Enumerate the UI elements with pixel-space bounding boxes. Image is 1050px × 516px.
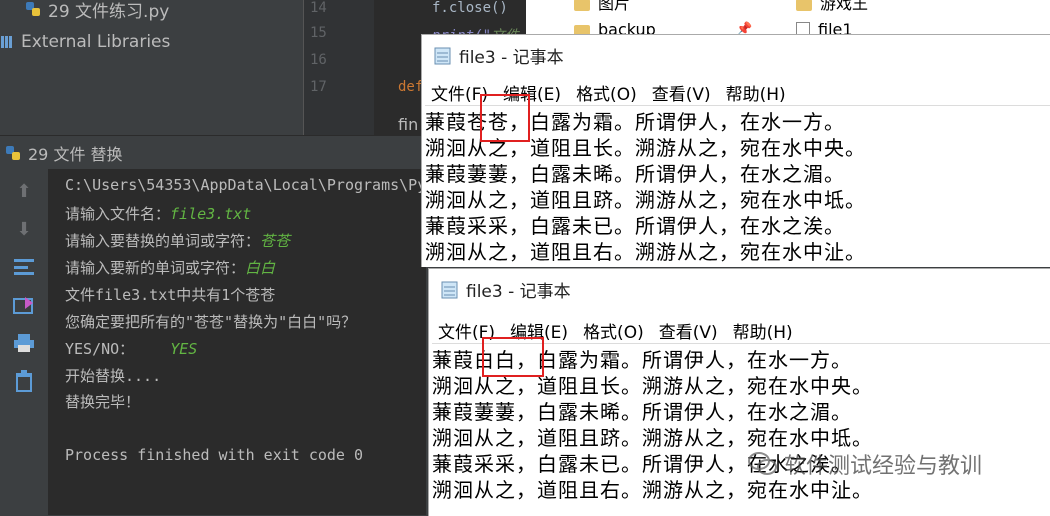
console-user-input: YES: [170, 340, 198, 358]
editor-tab-fragment[interactable]: fin: [398, 115, 418, 134]
run-config-title: 29 文件 替换: [28, 145, 123, 164]
explorer-item-label: file1: [818, 20, 853, 34]
explorer-item[interactable]: file1: [796, 20, 853, 34]
print-icon[interactable]: [12, 331, 36, 355]
folder-icon: [574, 24, 590, 34]
console-prompt: 请输入要替换的单词或字符：: [65, 232, 261, 250]
notepad-icon: [441, 281, 458, 298]
explorer-item[interactable]: backup: [574, 20, 656, 34]
console-line: 请输入要新的单词或字符：白白: [65, 257, 275, 278]
menu-help[interactable]: 帮助(H): [726, 80, 786, 105]
highlight-box: [480, 94, 530, 142]
explorer-item[interactable]: 游戏王: [796, 0, 868, 14]
console-line: 请输入要替换的单词或字符：苍苍: [65, 230, 290, 251]
explorer-item-label: 游戏王: [820, 0, 869, 13]
line-number: 14: [310, 0, 327, 16]
explorer-item-label: backup: [598, 20, 656, 34]
code-line: f.close(): [432, 0, 508, 16]
console-line: 替换完毕！: [65, 393, 141, 411]
scroll-down-icon[interactable]: ⬇: [12, 217, 36, 241]
watermark: 软件测试经验与教训: [748, 448, 982, 480]
run-toolbar: ⬆ ⬇: [0, 169, 48, 515]
file-icon: [796, 22, 810, 34]
explorer-item-label: 图片: [598, 0, 631, 13]
text-line: 蒹葭萋萋，白露未晞。所谓伊人，在水之湄。: [432, 400, 852, 424]
scroll-up-icon[interactable]: ⬆: [12, 179, 36, 203]
library-icon: [1, 36, 12, 48]
console-line: YES/NO： YES: [65, 338, 197, 359]
text-line: 蒹葭采采，白露未已。所谓伊人，在水之涘。: [425, 214, 845, 238]
window-title: file3 - 记事本: [466, 281, 571, 302]
soft-wrap-icon[interactable]: [12, 255, 36, 279]
menu-view[interactable]: 查看(V): [652, 80, 711, 105]
highlight-box: [482, 337, 544, 377]
text-line: 溯洄从之，道阻且跻。溯游从之，宛在水中坻。: [425, 188, 866, 212]
file-explorer: 图片 backup 📌 游戏王 file1: [526, 0, 1050, 34]
console-line: 请输入文件名：file3.txt: [65, 203, 251, 224]
tree-item-label: External Libraries: [21, 32, 171, 52]
console-user-input: file3.txt: [170, 205, 252, 223]
text-line: 蒹葭萋萋，白露未晞。所谓伊人，在水之湄。: [425, 162, 845, 186]
export-icon[interactable]: [12, 293, 36, 317]
text-line: 溯洄从之，道阻且跻。溯游从之，宛在水中坻。: [432, 426, 873, 450]
project-tree: 29 文件练习.py External Libraries: [0, 0, 303, 135]
tree-item-external-libraries[interactable]: External Libraries: [0, 30, 170, 54]
window-title-bar[interactable]: file3 - 记事本: [422, 35, 1050, 75]
console-line: 您确定要把所有的"苍苍"替换为"白白"吗？: [65, 313, 357, 331]
line-number: 15: [310, 25, 327, 41]
console-user-input: 白白: [245, 259, 276, 277]
console-line: 开始替换....: [65, 367, 162, 385]
python-file-icon: [6, 146, 20, 160]
watermark-text: 软件测试经验与教训: [784, 454, 983, 479]
console-line: C:\Users\54353\AppData\Local\Programs\Py: [65, 176, 426, 194]
window-title-bar[interactable]: file3 - 记事本: [429, 269, 1050, 309]
wechat-icon: [748, 452, 777, 475]
console-prompt: 请输入文件名：: [65, 205, 171, 223]
folder-icon: [574, 0, 590, 11]
python-file-icon: [26, 2, 40, 16]
folder-icon: [796, 0, 812, 11]
tree-item-python-file[interactable]: 29 文件练习.py: [24, 0, 170, 22]
editor-gutter: 14 15 16 17: [303, 0, 374, 135]
menu-view[interactable]: 查看(V): [659, 318, 718, 343]
menu-help[interactable]: 帮助(H): [733, 318, 793, 343]
console-prompt: YES/NO：: [65, 340, 135, 358]
console-line: Process finished with exit code 0: [65, 446, 364, 464]
line-number: 17: [310, 79, 327, 95]
run-console[interactable]: C:\Users\54353\AppData\Local\Programs\Py…: [48, 169, 426, 515]
line-number: 16: [310, 52, 327, 68]
notepad-window-before: file3 - 记事本 文件(F) 编辑(E) 格式(O) 查看(V) 帮助(H…: [421, 34, 1050, 267]
text-line: 溯洄从之，道阻且右。溯游从之，宛在水中沚。: [425, 240, 866, 264]
trash-icon[interactable]: [12, 369, 36, 393]
code-line: def: [398, 79, 424, 95]
console-line: 文件file3.txt中共有1个苍苍: [65, 286, 276, 304]
menu-format[interactable]: 格式(O): [583, 318, 644, 343]
explorer-item[interactable]: 图片: [574, 0, 630, 14]
pin-icon[interactable]: 📌: [736, 22, 752, 34]
notepad-icon: [434, 47, 451, 64]
tree-item-label: 29 文件练习.py: [48, 1, 170, 22]
menu-format[interactable]: 格式(O): [576, 80, 637, 105]
run-panel-header: 29 文件 替换: [0, 135, 426, 170]
window-title: file3 - 记事本: [459, 47, 564, 68]
console-prompt: 请输入要新的单词或字符：: [65, 259, 246, 277]
console-user-input: 苍苍: [260, 232, 291, 250]
